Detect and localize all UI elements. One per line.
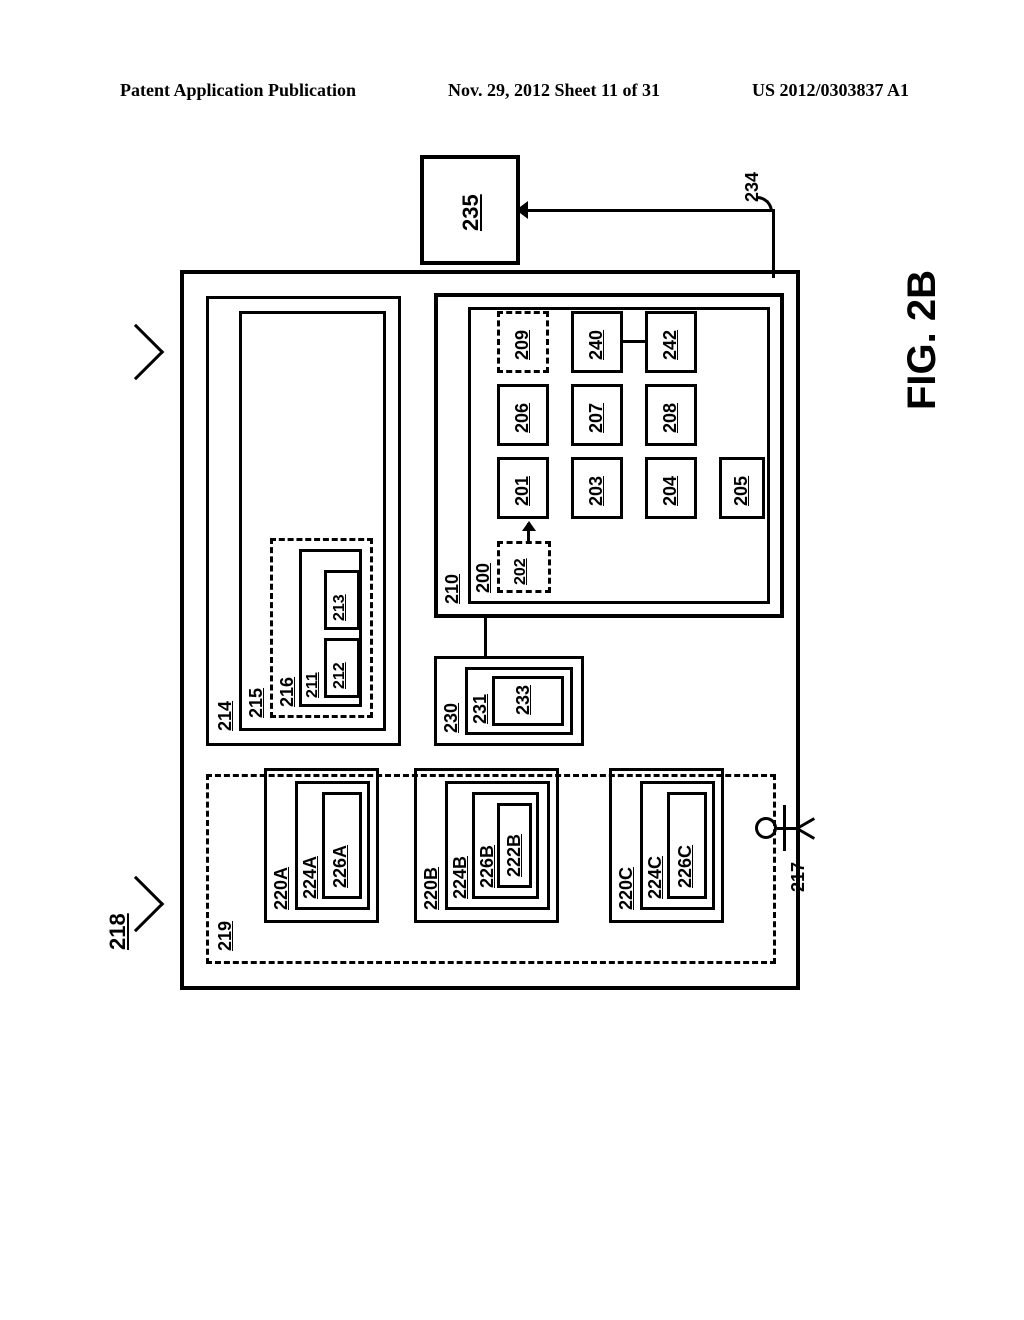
box-222b: 222B xyxy=(497,803,532,888)
box-220c: 220C 224C 226C xyxy=(609,768,724,923)
label-224c: 224C xyxy=(645,856,666,899)
label-220a: 220A xyxy=(271,867,292,910)
leader-line xyxy=(108,324,165,381)
label-211: 211 xyxy=(304,672,322,698)
box-203: 203 xyxy=(571,457,623,519)
label-216: 216 xyxy=(277,677,298,707)
label-234: 234 xyxy=(742,172,763,202)
label-240: 240 xyxy=(586,330,607,360)
header-mid: Nov. 29, 2012 Sheet 11 of 31 xyxy=(448,80,660,101)
box-224a: 224A 226A xyxy=(295,781,370,910)
box-216: 216 211 212 213 xyxy=(270,538,373,718)
label-219: 219 xyxy=(215,921,236,951)
box-220b: 220B 224B 226B 222B xyxy=(414,768,559,923)
label-215: 215 xyxy=(246,688,267,718)
label-213: 213 xyxy=(331,594,349,621)
label-212: 212 xyxy=(331,662,349,689)
label-226b: 226B xyxy=(477,845,498,888)
box-204: 204 xyxy=(645,457,697,519)
arrow-icon xyxy=(527,523,530,541)
box-202: 202 xyxy=(497,541,551,593)
label-235: 235 xyxy=(458,194,484,231)
box-218: 219 220A 224A 226A 220B 224B 226B xyxy=(180,270,800,990)
box-200: 200 202 201 206 209 203 207 240 204 208 … xyxy=(468,307,770,604)
label-210: 210 xyxy=(442,574,463,604)
page-header: Patent Application Publication Nov. 29, … xyxy=(0,80,1024,101)
box-233: 233 xyxy=(492,676,564,726)
header-left: Patent Application Publication xyxy=(120,80,356,101)
box-207: 207 xyxy=(571,384,623,446)
box-214: 214 215 216 211 212 213 xyxy=(206,296,401,746)
label-202: 202 xyxy=(512,558,530,585)
label-209: 209 xyxy=(512,330,533,360)
box-212: 212 xyxy=(324,638,360,698)
label-224a: 224A xyxy=(300,856,321,899)
box-215: 215 216 211 212 213 xyxy=(239,311,386,731)
label-242: 242 xyxy=(660,330,681,360)
label-207: 207 xyxy=(586,403,607,433)
label-224b: 224B xyxy=(450,856,471,899)
connector-line xyxy=(623,340,645,343)
box-226c: 226C xyxy=(667,792,707,899)
label-230: 230 xyxy=(441,703,462,733)
label-233: 233 xyxy=(513,685,534,715)
connector-line xyxy=(520,209,775,212)
label-203: 203 xyxy=(586,476,607,506)
label-201: 201 xyxy=(512,476,533,506)
figure-label: FIG. 2B xyxy=(900,270,945,410)
label-214: 214 xyxy=(215,701,236,731)
label-205: 205 xyxy=(731,476,752,506)
label-208: 208 xyxy=(660,403,681,433)
label-226c: 226C xyxy=(675,845,696,888)
box-224c: 224C 226C xyxy=(640,781,715,910)
label-226a: 226A xyxy=(330,845,351,888)
box-226a: 226A xyxy=(322,792,362,899)
box-205: 205 xyxy=(719,457,765,519)
label-220c: 220C xyxy=(616,867,637,910)
box-219: 219 220A 224A 226A 220B 224B 226B xyxy=(206,774,776,964)
user-icon xyxy=(755,795,835,855)
figure-2b: FIG. 2B 218 219 220A 224A 226A 220B 224B xyxy=(140,270,880,990)
label-220b: 220B xyxy=(421,867,442,910)
label-231: 231 xyxy=(470,694,491,724)
label-222b: 222B xyxy=(504,834,525,877)
box-231: 231 233 xyxy=(465,667,573,735)
box-206: 206 xyxy=(497,384,549,446)
box-208: 208 xyxy=(645,384,697,446)
box-226b: 226B 222B xyxy=(472,792,539,899)
label-204: 204 xyxy=(660,476,681,506)
box-240: 240 xyxy=(571,311,623,373)
label-206: 206 xyxy=(512,403,533,433)
connector-line xyxy=(484,618,487,656)
box-201: 201 xyxy=(497,457,549,519)
connector-line xyxy=(772,210,775,278)
box-213: 213 xyxy=(324,570,360,630)
box-242: 242 xyxy=(645,311,697,373)
header-right: US 2012/0303837 A1 xyxy=(752,80,909,101)
box-210: 210 200 202 201 206 209 203 207 240 204 … xyxy=(434,293,784,618)
box-209: 209 xyxy=(497,311,549,373)
box-211: 211 212 213 xyxy=(299,549,362,707)
label-200: 200 xyxy=(473,563,494,593)
label-217: 217 xyxy=(788,862,809,892)
box-230: 230 231 233 xyxy=(434,656,584,746)
box-220a: 220A 224A 226A xyxy=(264,768,379,923)
box-224b: 224B 226B 222B xyxy=(445,781,550,910)
box-235: 235 xyxy=(420,155,520,265)
